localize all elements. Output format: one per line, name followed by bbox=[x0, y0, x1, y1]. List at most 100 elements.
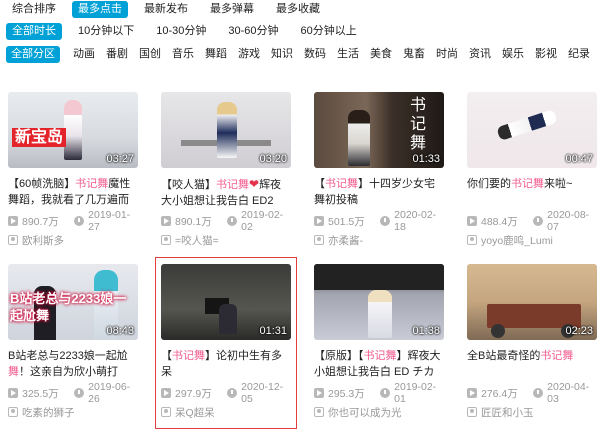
dancer-figure bbox=[368, 290, 392, 338]
title-prefix: 【咬人猫】 bbox=[161, 179, 216, 191]
dancer-figure bbox=[496, 109, 558, 141]
uploader-icon bbox=[8, 407, 18, 417]
play-icon bbox=[161, 388, 171, 398]
video-thumbnail[interactable]: 01:31 bbox=[161, 264, 291, 340]
video-thumbnail[interactable]: 01:38 bbox=[314, 264, 444, 340]
video-thumbnail[interactable]: B站老总与2233娘一起尬舞 08:43 bbox=[8, 264, 138, 340]
video-card[interactable]: 新宝岛 03:27 【60帧洗脑】书记舞魔性舞蹈，我就看了几万遍而已 890.7万 20… bbox=[8, 92, 140, 247]
title-prefix: 【60帧洗脑】 bbox=[8, 178, 76, 190]
video-card[interactable]: 02:23 全B站最奇怪的书记舞 276.4万 2020-04-03 匠匠和小玉 bbox=[467, 264, 599, 419]
duration-badge: 03:20 bbox=[259, 153, 287, 165]
video-stats: 297.9万 2020-12-05 bbox=[161, 381, 293, 405]
title-prefix: 【 bbox=[161, 350, 172, 362]
video-title[interactable]: 你们要的书记舞来啦~ bbox=[467, 176, 597, 208]
uploader-name: yoyo鹿鸣_Lumi bbox=[481, 234, 553, 247]
duration-badge: 01:33 bbox=[412, 153, 440, 165]
video-card[interactable]: 书记舞 01:33 【书记舞】十四岁少女宅舞初投稿 501.5万 2020-02-18 亦… bbox=[314, 92, 446, 247]
dancer-figure bbox=[348, 110, 370, 166]
view-count: 890.1万 bbox=[175, 215, 212, 228]
video-title[interactable]: 【原版】【书记舞】辉夜大小姐想让我告白 ED チカっ bbox=[314, 348, 444, 380]
play-icon bbox=[314, 216, 324, 226]
video-stats: 325.5万 2019-06-26 bbox=[8, 381, 140, 405]
title-keyword: 书记舞 bbox=[172, 350, 205, 362]
uploader-link[interactable]: 呆Q超呆 bbox=[161, 405, 293, 419]
thumbnail-overlay-text: B站老总与2233娘一起尬舞 bbox=[10, 291, 127, 323]
publish-date: 2019-01-27 bbox=[88, 209, 131, 233]
video-card[interactable]: 01:31 【书记舞】论初中生有多呆 297.9万 2020-12-05 呆Q超呆 bbox=[155, 257, 297, 429]
publish-date: 2019-06-26 bbox=[88, 381, 131, 405]
view-count: 325.5万 bbox=[22, 387, 59, 400]
dancer-figure bbox=[217, 102, 237, 158]
video-title[interactable]: 【60帧洗脑】书记舞魔性舞蹈，我就看了几万遍而已 bbox=[8, 176, 138, 208]
title-suffix: ！这亲自为欣小萌打 bbox=[19, 366, 118, 378]
uploader-name: 匠匠和小玉 bbox=[481, 406, 534, 419]
uploader-icon bbox=[8, 235, 18, 245]
uploader-link[interactable]: 匠匠和小玉 bbox=[467, 405, 599, 419]
heart-icon: ❤ bbox=[249, 177, 260, 191]
play-icon bbox=[8, 388, 18, 398]
clock-icon bbox=[380, 216, 391, 226]
clock-icon bbox=[74, 388, 85, 398]
title-prefix: B站老总与2233娘一起尬 bbox=[8, 350, 128, 362]
thumbnail-overlay-text: 书记舞 bbox=[410, 97, 427, 152]
video-stats: 890.1万 2019-02-02 bbox=[161, 209, 293, 233]
video-stats: 890.7万 2019-01-27 bbox=[8, 209, 140, 233]
clock-icon bbox=[74, 216, 85, 226]
view-count: 295.3万 bbox=[328, 387, 365, 400]
publish-date: 2020-02-18 bbox=[394, 209, 437, 233]
title-keyword: 书记舞 bbox=[75, 178, 109, 190]
dancer-figure bbox=[64, 100, 82, 160]
title-prefix: 全B站最奇怪的 bbox=[467, 350, 541, 362]
video-card[interactable]: B站老总与2233娘一起尬舞 08:43 B站老总与2233娘一起尬舞！这亲自为欣小… bbox=[8, 264, 140, 419]
title-keyword: 书记舞 bbox=[511, 178, 544, 190]
view-count: 501.5万 bbox=[328, 215, 365, 228]
video-thumbnail[interactable]: 02:23 bbox=[467, 264, 597, 340]
title-prefix: 【 bbox=[314, 178, 325, 190]
uploader-link[interactable]: 亦柔酱- bbox=[314, 233, 446, 247]
uploader-icon bbox=[161, 407, 171, 417]
video-title[interactable]: 【书记舞】论初中生有多呆 bbox=[161, 348, 291, 380]
video-title[interactable]: 【书记舞】十四岁少女宅舞初投稿 bbox=[314, 176, 444, 208]
video-thumbnail[interactable]: 书记舞 01:33 bbox=[314, 92, 444, 168]
view-count: 297.9万 bbox=[175, 387, 212, 400]
play-icon bbox=[467, 216, 477, 226]
video-thumbnail[interactable]: 新宝岛 03:27 bbox=[8, 92, 138, 168]
video-card[interactable]: 03:20 【咬人猫】书记舞❤辉夜大小姐想让我告白 ED2 890.1万 2019-0… bbox=[161, 92, 293, 247]
play-icon bbox=[314, 388, 324, 398]
video-title[interactable]: 【咬人猫】书记舞❤辉夜大小姐想让我告白 ED2 bbox=[161, 176, 291, 208]
video-title[interactable]: B站老总与2233娘一起尬舞！这亲自为欣小萌打 bbox=[8, 348, 138, 380]
duration-badge: 01:38 bbox=[412, 325, 440, 337]
uploader-icon bbox=[161, 235, 171, 245]
uploader-icon bbox=[314, 235, 324, 245]
uploader-link[interactable]: yoyo鹿鸣_Lumi bbox=[467, 233, 599, 247]
clock-icon bbox=[380, 388, 391, 398]
duration-badge: 01:31 bbox=[259, 325, 287, 337]
uploader-link[interactable]: 欧利斯多 bbox=[8, 233, 140, 247]
clock-icon bbox=[227, 216, 238, 226]
duration-badge: 00:47 bbox=[565, 153, 593, 165]
video-card[interactable]: 00:47 你们要的书记舞来啦~ 488.4万 2020-08-07 yoyo鹿鸣_Lu… bbox=[467, 92, 599, 247]
video-title[interactable]: 全B站最奇怪的书记舞 bbox=[467, 348, 597, 380]
thumbnail-overlay-text: 新宝岛 bbox=[12, 128, 67, 147]
title-prefix: 你们要的 bbox=[467, 178, 511, 190]
title-suffix: 来啦~ bbox=[544, 178, 573, 190]
title-keyword: 书记舞 bbox=[540, 350, 574, 362]
publish-date: 2020-12-05 bbox=[241, 381, 284, 405]
publish-date: 2020-04-03 bbox=[547, 381, 590, 405]
uploader-icon bbox=[467, 407, 477, 417]
play-icon bbox=[467, 388, 477, 398]
video-thumbnail[interactable]: 03:20 bbox=[161, 92, 291, 168]
clock-icon bbox=[227, 388, 238, 398]
video-stats: 501.5万 2020-02-18 bbox=[314, 209, 446, 233]
uploader-link[interactable]: =咬人猫= bbox=[161, 233, 293, 247]
video-thumbnail[interactable]: 00:47 bbox=[467, 92, 597, 168]
uploader-icon bbox=[467, 235, 477, 245]
uploader-link[interactable]: 你也可以成为光 bbox=[314, 405, 446, 419]
uploader-link[interactable]: 吃素的狮子 bbox=[8, 405, 140, 419]
uploader-name: 呆Q超呆 bbox=[175, 406, 215, 419]
view-count: 488.4万 bbox=[481, 215, 518, 228]
duration-badge: 03:27 bbox=[106, 153, 134, 165]
video-stats: 276.4万 2020-04-03 bbox=[467, 381, 599, 405]
video-card[interactable]: 01:38 【原版】【书记舞】辉夜大小姐想让我告白 ED チカっ 295.3万 201… bbox=[314, 264, 446, 419]
uploader-name: =咬人猫= bbox=[175, 234, 219, 247]
